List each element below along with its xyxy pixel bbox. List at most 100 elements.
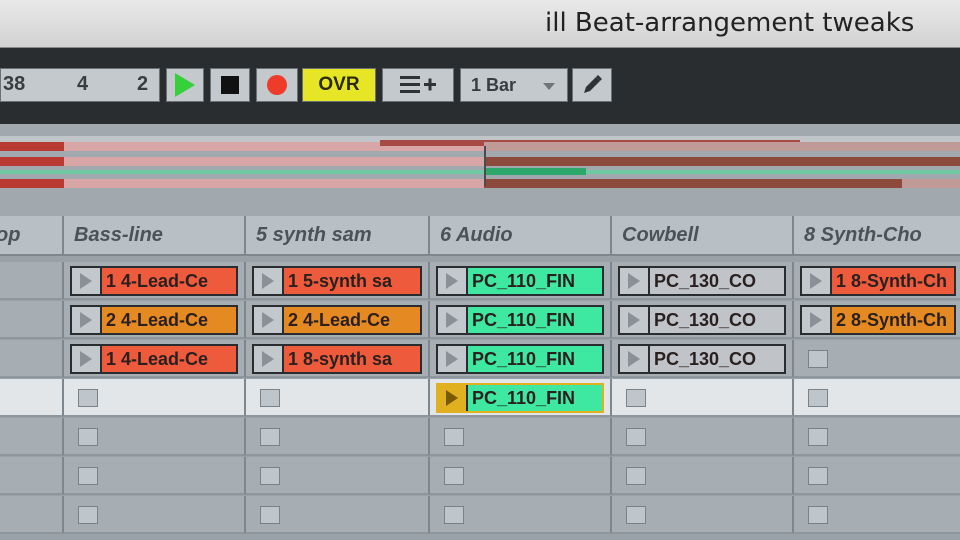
clip-slot[interactable]: PC_110_FIN <box>430 262 612 300</box>
clip-stop-button[interactable] <box>808 350 828 368</box>
clip-stop-button[interactable] <box>260 506 280 524</box>
clip-slot[interactable] <box>64 379 246 417</box>
clip-slot[interactable] <box>794 340 960 378</box>
clip-stop-button[interactable] <box>626 428 646 446</box>
clip-slot[interactable] <box>0 301 64 339</box>
clip-stop-button[interactable] <box>808 467 828 485</box>
clip-launch-button[interactable] <box>620 307 650 333</box>
clip-slot[interactable] <box>0 496 64 534</box>
clip-stop-button[interactable] <box>626 467 646 485</box>
clip-stop-button[interactable] <box>260 467 280 485</box>
clip-stop-button[interactable] <box>626 506 646 524</box>
clip[interactable]: PC_130_CO <box>618 266 786 296</box>
clip-slot[interactable] <box>0 340 64 378</box>
clip[interactable]: PC_130_CO <box>618 305 786 335</box>
clip[interactable]: PC_130_CO <box>618 344 786 374</box>
clip-stop-button[interactable] <box>444 506 464 524</box>
clip-slot[interactable]: PC_130_CO <box>612 301 794 339</box>
clip-slot[interactable] <box>430 457 612 495</box>
clip[interactable]: 1 4-Lead-Ce <box>70 266 238 296</box>
clip-slot[interactable] <box>0 418 64 456</box>
clip[interactable]: 2 4-Lead-Ce <box>70 305 238 335</box>
clip-slot[interactable]: 2 4-Lead-Ce <box>246 301 430 339</box>
clip-slot[interactable] <box>246 496 430 534</box>
clip-slot[interactable]: 1 4-Lead-Ce <box>64 340 246 378</box>
song-position-display[interactable]: 38 4 2 <box>0 68 160 102</box>
clip-launch-button[interactable] <box>802 268 832 294</box>
clip-stop-button[interactable] <box>808 428 828 446</box>
overdub-button[interactable]: OVR <box>302 68 376 102</box>
clip-slot[interactable]: PC_110_FIN <box>430 340 612 378</box>
clip-launch-button[interactable] <box>802 307 832 333</box>
clip-slot[interactable]: PC_130_CO <box>612 262 794 300</box>
track-header[interactable]: 8 Synth-Cho <box>794 216 960 256</box>
clip[interactable]: PC_110_FIN <box>436 305 604 335</box>
clip-launch-button[interactable] <box>438 307 468 333</box>
clip[interactable]: PC_110_FIN <box>436 344 604 374</box>
clip-launch-button[interactable] <box>72 268 102 294</box>
clip[interactable]: 1 5-synth sa <box>252 266 422 296</box>
clip-launch-button[interactable] <box>438 346 468 372</box>
clip-slot[interactable] <box>794 379 960 417</box>
clip-slot[interactable] <box>64 457 246 495</box>
arrangement-overview[interactable] <box>0 124 960 216</box>
clip-slot[interactable]: PC_110_FIN <box>430 379 612 417</box>
clip-stop-button[interactable] <box>444 467 464 485</box>
quantization-dropdown[interactable]: 1 Bar <box>460 68 568 102</box>
clip-slot[interactable] <box>0 262 64 300</box>
menu-add-button[interactable] <box>382 68 454 102</box>
clip-slot[interactable] <box>0 457 64 495</box>
clip[interactable]: PC_110_FIN <box>436 383 604 413</box>
clip-launch-button[interactable] <box>254 346 284 372</box>
clip-launch-button[interactable] <box>72 346 102 372</box>
clip-launch-button[interactable] <box>620 268 650 294</box>
clip-slot[interactable] <box>64 418 246 456</box>
clip-slot[interactable]: 1 5-synth sa <box>246 262 430 300</box>
clip-slot[interactable]: 2 8-Synth-Ch <box>794 301 960 339</box>
play-button[interactable] <box>166 68 204 102</box>
stop-button[interactable] <box>210 68 250 102</box>
clip-launch-button[interactable] <box>620 346 650 372</box>
clip-slot[interactable] <box>794 496 960 534</box>
clip-slot[interactable] <box>430 418 612 456</box>
draw-mode-button[interactable] <box>572 68 612 102</box>
clip-launch-button[interactable] <box>438 385 468 411</box>
clip-slot[interactable] <box>612 379 794 417</box>
clip-stop-button[interactable] <box>78 428 98 446</box>
clip[interactable]: 2 8-Synth-Ch <box>800 305 956 335</box>
clip-slot[interactable] <box>0 379 64 417</box>
clip-launch-button[interactable] <box>72 307 102 333</box>
clip-stop-button[interactable] <box>78 467 98 485</box>
clip-stop-button[interactable] <box>808 506 828 524</box>
clip-stop-button[interactable] <box>260 428 280 446</box>
position-bars[interactable]: 38 <box>3 73 25 96</box>
clip-stop-button[interactable] <box>808 389 828 407</box>
track-header[interactable]: Bass-line <box>64 216 246 256</box>
clip-slot[interactable] <box>612 418 794 456</box>
clip-slot[interactable] <box>246 379 430 417</box>
position-sixteenths[interactable]: 2 <box>137 73 148 96</box>
clip-slot[interactable] <box>246 457 430 495</box>
clip-stop-button[interactable] <box>78 506 98 524</box>
clip[interactable]: 1 4-Lead-Ce <box>70 344 238 374</box>
clip-slot[interactable] <box>612 496 794 534</box>
clip[interactable]: PC_110_FIN <box>436 266 604 296</box>
track-header[interactable]: 5 synth sam <box>246 216 430 256</box>
clip-launch-button[interactable] <box>438 268 468 294</box>
clip[interactable]: 1 8-synth sa <box>252 344 422 374</box>
clip-slot[interactable] <box>794 418 960 456</box>
clip[interactable]: 2 4-Lead-Ce <box>252 305 422 335</box>
clip-slot[interactable]: 1 8-Synth-Ch <box>794 262 960 300</box>
clip-stop-button[interactable] <box>444 428 464 446</box>
clip-stop-button[interactable] <box>626 389 646 407</box>
clip-stop-button[interactable] <box>260 389 280 407</box>
clip-slot[interactable]: PC_110_FIN <box>430 301 612 339</box>
clip-slot[interactable] <box>246 418 430 456</box>
clip-slot[interactable] <box>64 496 246 534</box>
position-beats[interactable]: 4 <box>77 73 88 96</box>
clip-launch-button[interactable] <box>254 307 284 333</box>
clip-slot[interactable]: 1 8-synth sa <box>246 340 430 378</box>
clip-stop-button[interactable] <box>78 389 98 407</box>
track-header[interactable]: op <box>0 216 64 256</box>
record-button[interactable] <box>256 68 298 102</box>
